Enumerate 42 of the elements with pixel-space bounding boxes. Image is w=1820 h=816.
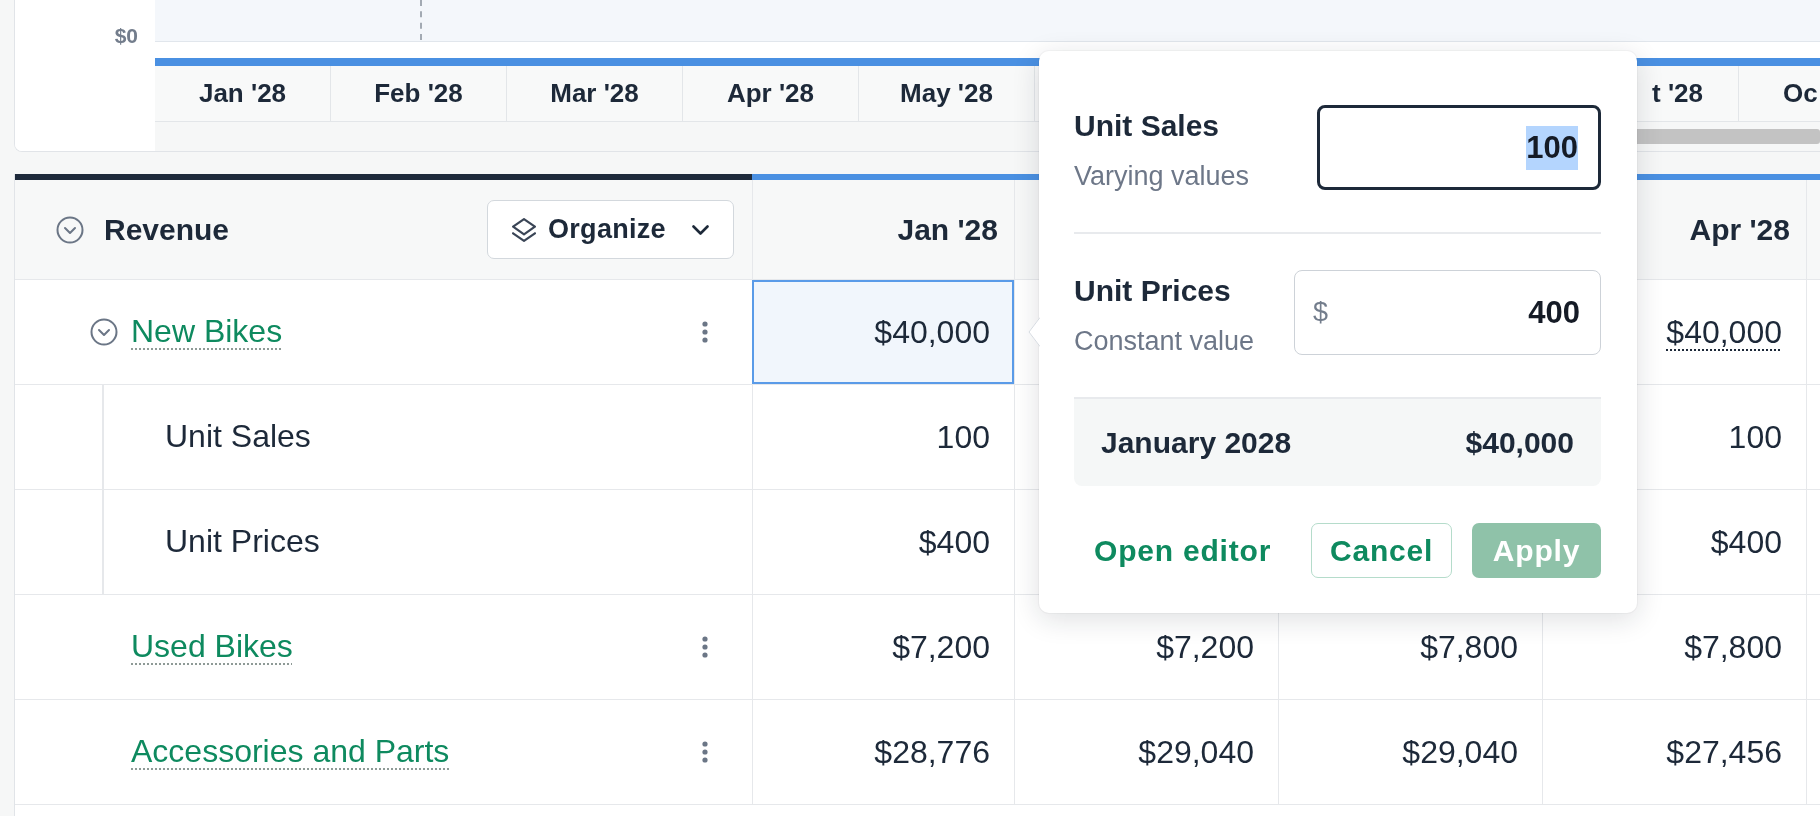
month-label: Mar '28 bbox=[550, 77, 639, 110]
category-link[interactable]: Accessories and Parts bbox=[131, 731, 450, 773]
month-label: Apr '28 bbox=[726, 77, 815, 110]
editor-link[interactable]: Open editor bbox=[1074, 523, 1292, 578]
column-header: Jan '28 bbox=[897, 212, 998, 247]
metric-label: Unit Prices bbox=[165, 522, 320, 562]
month-label: May '28 bbox=[900, 77, 993, 110]
metric-label: Unit Sales bbox=[165, 417, 311, 457]
table-cell[interactable]: $29,040 bbox=[1278, 700, 1542, 804]
organize-button[interactable]: Organize bbox=[487, 200, 734, 259]
table-cell[interactable]: $400 bbox=[752, 490, 1014, 594]
table-cell[interactable]: $40,000 bbox=[752, 280, 1014, 384]
chevron-circle-icon[interactable] bbox=[56, 215, 84, 244]
month-label: Jan '28 bbox=[198, 77, 287, 110]
month-label: Oc bbox=[1783, 77, 1818, 110]
table-cell[interactable]: $27,456 bbox=[1542, 700, 1806, 804]
section-title: Revenue bbox=[104, 212, 231, 247]
table-cell[interactable]: $29,040 bbox=[1014, 700, 1278, 804]
field-label: Unit Sales bbox=[1074, 108, 1221, 145]
dashed-marker-line bbox=[420, 0, 422, 40]
field-hint: Constant value bbox=[1074, 325, 1255, 358]
table-cell[interactable]: $7,200 bbox=[752, 595, 1014, 699]
vertical-dots-icon[interactable] bbox=[702, 321, 708, 343]
summary-label: January 2028 bbox=[1101, 425, 1292, 460]
cancel-button[interactable]: Cancel bbox=[1311, 523, 1453, 578]
field-hint: Varying values bbox=[1074, 160, 1250, 193]
vertical-dots-icon[interactable] bbox=[702, 741, 708, 763]
vertical-dots-icon[interactable] bbox=[702, 636, 708, 658]
category-link[interactable]: New Bikes bbox=[131, 311, 283, 353]
table-cell[interactable]: $28,776 bbox=[752, 700, 1014, 804]
field-label: Unit Prices bbox=[1074, 273, 1232, 310]
month-label: t '28 bbox=[1652, 77, 1703, 110]
input-field[interactable]: 100 bbox=[1317, 105, 1601, 190]
table-cell[interactable]: 100 bbox=[752, 385, 1014, 489]
month-label: Feb '28 bbox=[374, 77, 463, 110]
axis-label: $0 bbox=[114, 24, 138, 48]
layers-icon bbox=[512, 217, 536, 242]
input-field[interactable]: $ 400 bbox=[1294, 270, 1601, 355]
column-header: Apr '28 bbox=[1689, 212, 1790, 247]
chevron-down-icon bbox=[692, 224, 709, 235]
chevron-circle-icon[interactable] bbox=[90, 318, 118, 346]
category-link[interactable]: Used Bikes bbox=[131, 626, 293, 668]
